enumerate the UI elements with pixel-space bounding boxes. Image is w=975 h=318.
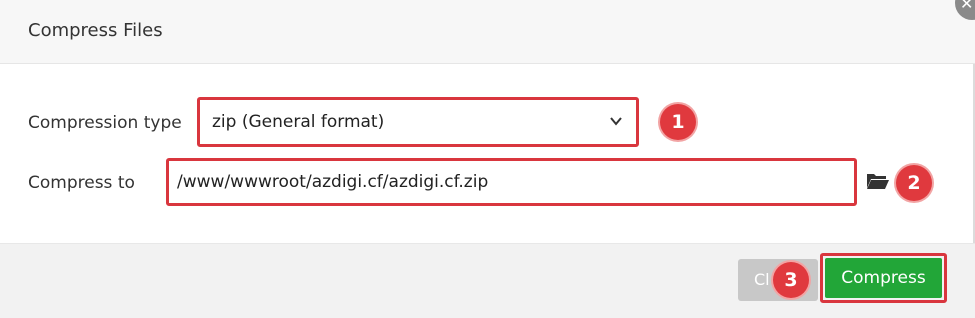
annotation-badge-1: 1: [660, 104, 696, 140]
compress-button[interactable]: Compress: [825, 258, 942, 298]
compress-to-input[interactable]: /www/wwwroot/azdigi.cf/azdigi.cf.zip: [166, 158, 857, 206]
dialog-header: Compress Files: [0, 0, 975, 64]
compress-button-highlight: Compress: [820, 253, 947, 303]
compress-to-value: /www/wwwroot/azdigi.cf/azdigi.cf.zip: [177, 172, 489, 192]
folder-open-icon[interactable]: [866, 172, 890, 190]
dialog-title: Compress Files: [28, 20, 163, 41]
compression-type-value: zip (General format): [212, 112, 385, 132]
compress-files-dialog: Compress Files ✕ Compression type zip (G…: [0, 0, 975, 318]
compress-to-label: Compress to: [28, 173, 135, 193]
compression-type-label: Compression type: [28, 113, 182, 133]
chevron-down-icon: [610, 117, 622, 126]
annotation-badge-2: 2: [896, 165, 932, 201]
compression-type-select[interactable]: zip (General format): [197, 97, 639, 147]
annotation-badge-3: 3: [773, 262, 809, 298]
